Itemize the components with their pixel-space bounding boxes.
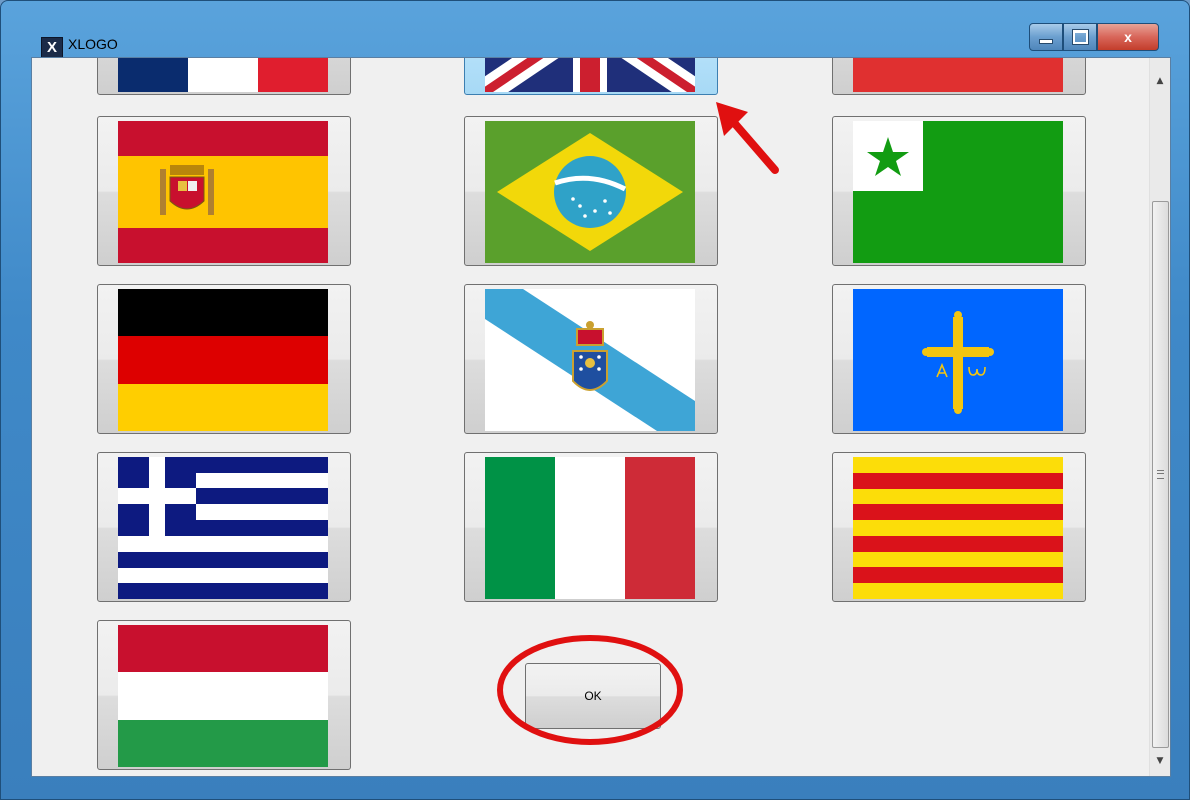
minimize-button[interactable]: [1029, 23, 1063, 51]
galicia-flag-icon: [485, 289, 695, 431]
flag-button-galicia[interactable]: [464, 284, 718, 434]
germany-flag-icon: [118, 289, 328, 431]
flag-button-greece[interactable]: [97, 452, 351, 602]
close-icon: x: [1124, 29, 1132, 45]
vertical-scrollbar[interactable]: ▲ ▼: [1149, 58, 1170, 776]
brazil-flag-icon: [485, 121, 695, 263]
flag-button-italy[interactable]: [464, 452, 718, 602]
minimize-icon: [1040, 39, 1052, 43]
flag-button-asturias[interactable]: [832, 284, 1086, 434]
maximize-button[interactable]: [1063, 23, 1097, 51]
close-button[interactable]: x: [1097, 23, 1159, 51]
greece-flag-icon: [118, 457, 328, 599]
flag-button-spain[interactable]: [97, 116, 351, 266]
scrollbar-grip-icon: [1157, 470, 1164, 479]
flag-button-red-top[interactable]: [832, 58, 1086, 95]
scrollbar-thumb[interactable]: [1152, 201, 1169, 748]
red-flag-icon: [853, 58, 1063, 92]
italy-flag-icon: [485, 457, 695, 599]
maximize-icon: [1072, 30, 1088, 44]
asturias-flag-icon: [853, 289, 1063, 431]
flag-button-united-kingdom[interactable]: [464, 58, 718, 95]
xlogo-window: X XLOGO x OK ▲ ▼: [0, 0, 1190, 800]
language-selection-panel: OK ▲ ▼: [31, 57, 1171, 777]
esperanto-flag-icon: [853, 121, 1063, 263]
window-title: XLOGO: [68, 36, 118, 52]
hungary-flag-icon: [118, 625, 328, 767]
flag-button-esperanto[interactable]: [832, 116, 1086, 266]
flag-button-germany[interactable]: [97, 284, 351, 434]
ok-button[interactable]: OK: [525, 663, 661, 729]
xlogo-app-icon: X: [41, 37, 63, 59]
scroll-down-arrow-icon[interactable]: ▼: [1150, 752, 1170, 770]
flag-button-france[interactable]: [97, 58, 351, 95]
france-flag-icon: [118, 58, 328, 92]
spain-flag-icon: [118, 121, 328, 263]
flag-button-catalonia[interactable]: [832, 452, 1086, 602]
flag-button-hungary[interactable]: [97, 620, 351, 770]
flag-button-brazil[interactable]: [464, 116, 718, 266]
scroll-up-arrow-icon[interactable]: ▲: [1150, 72, 1170, 90]
united-kingdom-flag-icon: [485, 58, 695, 92]
catalonia-flag-icon: [853, 457, 1063, 599]
title-bar[interactable]: X XLOGO x: [1, 1, 1189, 59]
